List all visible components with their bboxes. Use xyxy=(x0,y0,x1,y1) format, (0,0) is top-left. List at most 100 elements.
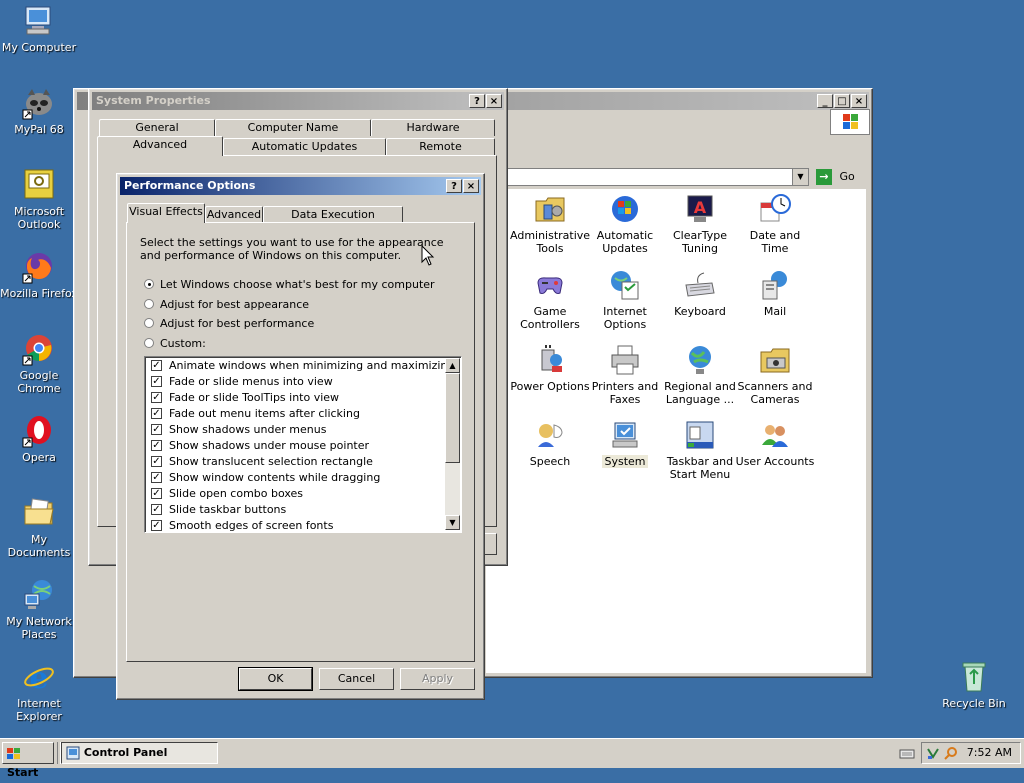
button-label: Apply xyxy=(421,672,454,685)
cp-item-regional-and-language[interactable]: Regional and Language ... xyxy=(660,344,740,406)
help-button[interactable]: ? xyxy=(469,94,485,108)
desktop-icon-mypal[interactable]: MyPal 68 xyxy=(0,86,78,136)
cp-item-mail[interactable]: Mail xyxy=(735,269,815,318)
outlook-icon xyxy=(22,168,56,202)
tab-data-execution-prevention[interactable]: Data Execution Prevention xyxy=(263,206,403,237)
close-button[interactable]: × xyxy=(851,94,867,108)
cp-item-internet-options[interactable]: Internet Options xyxy=(585,269,665,331)
radio-button[interactable] xyxy=(144,338,154,348)
cp-item-scanners-and-cameras[interactable]: Scanners and Cameras xyxy=(735,344,815,406)
address-dropdown-button[interactable]: ▼ xyxy=(792,169,808,185)
windows-logo-icon xyxy=(830,109,870,135)
checkbox[interactable]: ✓ xyxy=(151,504,162,515)
desktop-icon-label: Google Chrome xyxy=(17,369,61,395)
desktop-icon-recycle-bin[interactable]: Recycle Bin xyxy=(935,660,1013,710)
button-label: Cancel xyxy=(337,672,376,685)
checkbox[interactable]: ✓ xyxy=(151,456,162,467)
checkbox[interactable]: ✓ xyxy=(151,488,162,499)
control-panel-icon xyxy=(66,746,80,760)
tab-remote[interactable]: Remote xyxy=(386,138,495,155)
network-tray-icon[interactable] xyxy=(926,746,940,760)
tab-visual-effects[interactable]: Visual Effects xyxy=(127,203,205,223)
tab-advanced[interactable]: Advanced xyxy=(205,206,263,223)
desktop-icon-chrome[interactable]: Google Chrome xyxy=(0,332,78,395)
effect-label: Show shadows under menus xyxy=(169,423,327,436)
radio-button[interactable] xyxy=(144,318,154,328)
auto-updates-icon xyxy=(609,193,641,225)
radio-label: Let Windows choose what's best for my co… xyxy=(160,278,435,291)
checkbox[interactable]: ✓ xyxy=(151,472,162,483)
globe-icon xyxy=(684,344,716,376)
checkbox[interactable]: ✓ xyxy=(151,408,162,419)
effect-label: Fade or slide ToolTips into view xyxy=(169,391,340,404)
cp-item-keyboard[interactable]: Keyboard xyxy=(660,269,740,318)
desktop-icon-firefox[interactable]: Mozilla Firefox xyxy=(0,250,78,300)
cp-item-label: User Accounts xyxy=(735,455,815,468)
desktop-icon-label: Internet Explorer xyxy=(16,697,62,723)
go-arrow-icon: → xyxy=(816,169,832,185)
desktop-icon-opera[interactable]: Opera xyxy=(0,414,78,464)
cp-item-date-and-time[interactable]: Date and Time xyxy=(735,193,815,255)
desktop-icon-my-computer[interactable]: My Computer xyxy=(0,4,78,54)
maximize-button[interactable]: □ xyxy=(834,94,850,108)
performance-options-titlebar[interactable]: Performance Options ? × xyxy=(120,177,481,195)
checkbox[interactable]: ✓ xyxy=(151,424,162,435)
button-label: OK xyxy=(267,672,284,685)
effect-label: Smooth edges of screen fonts xyxy=(169,519,334,532)
cp-item-user-accounts[interactable]: User Accounts xyxy=(735,419,815,468)
desktop-icon-network[interactable]: My Network Places xyxy=(0,578,78,641)
system-properties-titlebar[interactable]: System Properties ? × xyxy=(92,92,504,110)
desktop-icon-label: My Computer xyxy=(1,41,77,54)
power-icon xyxy=(534,344,566,376)
mouse-pointer-icon xyxy=(421,244,435,270)
start-button[interactable]: Start xyxy=(2,742,54,779)
printer-icon xyxy=(609,344,641,376)
clock-icon xyxy=(759,193,791,225)
scroll-thumb[interactable] xyxy=(445,373,460,463)
tab-automatic-updates[interactable]: Automatic Updates xyxy=(223,138,386,155)
cp-item-system[interactable]: System xyxy=(585,419,665,468)
desktop-icon-outlook[interactable]: Microsoft Outlook xyxy=(0,168,78,231)
search-tray-icon[interactable] xyxy=(944,746,958,760)
radio-button[interactable] xyxy=(144,299,154,309)
minimize-button[interactable]: _ xyxy=(817,94,833,108)
checkbox[interactable]: ✓ xyxy=(151,440,162,451)
cancel-button[interactable]: Cancel xyxy=(319,668,394,690)
cp-item-printers-and-faxes[interactable]: Printers and Faxes xyxy=(585,344,665,406)
close-button[interactable]: × xyxy=(486,94,502,108)
cp-item-automatic-updates[interactable]: Automatic Updates xyxy=(585,193,665,255)
list-scrollbar[interactable]: ▲ ▼ xyxy=(445,358,460,530)
tab-label: Advanced xyxy=(132,138,188,151)
cp-item-cleartype-tuning[interactable]: A ClearType Tuning xyxy=(660,193,740,255)
desktop-icon-label: Recycle Bin xyxy=(942,697,1006,710)
scroll-up-button[interactable]: ▲ xyxy=(445,358,460,373)
tab-label: Remote xyxy=(419,140,462,153)
desktop-icon-my-documents[interactable]: My Documents xyxy=(0,496,78,559)
clock[interactable]: 7:52 AM xyxy=(967,743,1012,763)
tab-hardware[interactable]: Hardware xyxy=(371,119,495,136)
apply-button[interactable]: Apply xyxy=(400,668,475,690)
tab-general[interactable]: General xyxy=(99,119,215,136)
tab-advanced[interactable]: Advanced xyxy=(97,136,223,156)
scroll-down-button[interactable]: ▼ xyxy=(445,515,460,530)
ok-button[interactable]: OK xyxy=(238,667,313,691)
checkbox[interactable]: ✓ xyxy=(151,360,162,371)
checkbox[interactable]: ✓ xyxy=(151,392,162,403)
address-bar[interactable]: ▼ xyxy=(479,168,809,186)
taskbar-button-control-panel[interactable]: Control Panel xyxy=(61,742,218,764)
close-button[interactable]: × xyxy=(463,179,479,193)
checkbox[interactable]: ✓ xyxy=(151,520,162,531)
tab-computer-name[interactable]: Computer Name xyxy=(215,119,371,136)
cp-item-game-controllers[interactable]: Game Controllers xyxy=(510,269,590,331)
go-button[interactable]: → Go xyxy=(816,168,866,186)
checkbox[interactable]: ✓ xyxy=(151,376,162,387)
visual-effects-list[interactable]: ✓ Animate windows when minimizing and max… xyxy=(144,356,462,533)
cp-item-power-options[interactable]: Power Options xyxy=(510,344,590,393)
cp-item-administrative-tools[interactable]: Administrative Tools xyxy=(510,193,590,255)
radio-button[interactable] xyxy=(144,279,154,289)
cp-item-speech[interactable]: Speech xyxy=(510,419,590,468)
desktop-icon-ie[interactable]: e Internet Explorer xyxy=(0,660,78,723)
help-button[interactable]: ? xyxy=(446,179,462,193)
cp-item-taskbar-and-start-menu[interactable]: Taskbar and Start Menu xyxy=(660,419,740,481)
keyboard-tray-icon[interactable] xyxy=(899,746,915,760)
